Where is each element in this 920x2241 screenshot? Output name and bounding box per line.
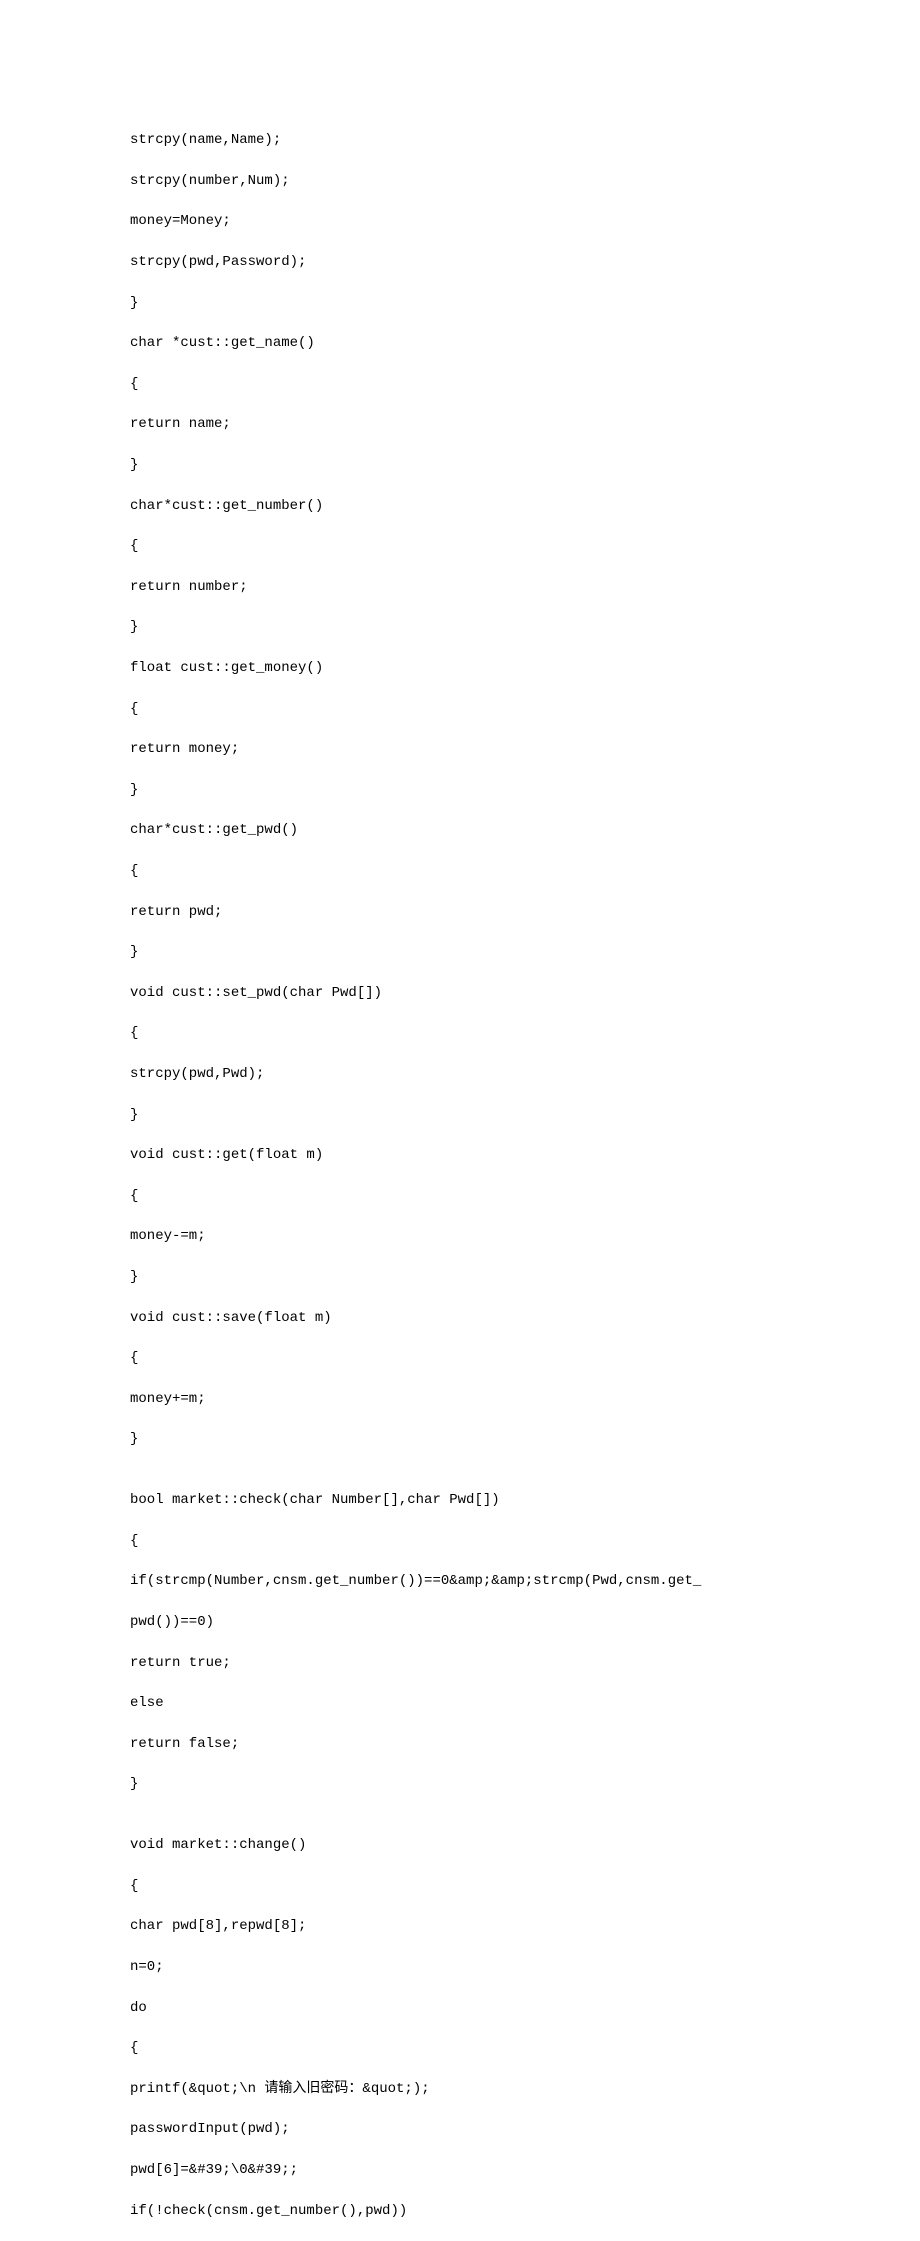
code-line: { (130, 1023, 790, 1043)
code-line: return pwd; (130, 902, 790, 922)
code-line: char *cust::get_name() (130, 333, 790, 353)
code-line: return money; (130, 739, 790, 759)
code-line: } (130, 942, 790, 962)
code-line: strcpy(name,Name); (130, 130, 790, 150)
code-line: if(!check(cnsm.get_number(),pwd)) (130, 2201, 790, 2221)
code-line: { (130, 536, 790, 556)
code-line: n=0; (130, 1957, 790, 1977)
code-line: if(strcmp(Number,cnsm.get_number())==0&a… (130, 1571, 790, 1591)
code-line: printf(&quot;\n 请输入旧密码：&quot;); (130, 2079, 790, 2099)
code-line: { (130, 1186, 790, 1206)
code-line: } (130, 1267, 790, 1287)
code-line: return name; (130, 414, 790, 434)
code-line: bool market::check(char Number[],char Pw… (130, 1490, 790, 1510)
code-line: return number; (130, 577, 790, 597)
code-line: { (130, 861, 790, 881)
document-page: strcpy(name,Name); strcpy(number,Num); m… (0, 0, 920, 1191)
code-line: void market::change() (130, 1835, 790, 1855)
code-line: strcpy(pwd,Pwd); (130, 1064, 790, 1084)
code-line: { (130, 374, 790, 394)
code-line: money=Money; (130, 211, 790, 231)
code-line: { (130, 2038, 790, 2058)
code-line: } (130, 1774, 790, 1794)
code-line: passwordInput(pwd); (130, 2119, 790, 2139)
code-line: { (130, 699, 790, 719)
code-line: } (130, 780, 790, 800)
code-line: { (130, 1348, 790, 1368)
code-line: void cust::set_pwd(char Pwd[]) (130, 983, 790, 1003)
code-line: money-=m; (130, 1226, 790, 1246)
code-line: char*cust::get_pwd() (130, 820, 790, 840)
code-line: } (130, 293, 790, 313)
code-line: { (130, 1531, 790, 1551)
code-line: return true; (130, 1653, 790, 1673)
code-line: void cust::save(float m) (130, 1308, 790, 1328)
code-line: { (130, 1876, 790, 1896)
code-line: float cust::get_money() (130, 658, 790, 678)
code-line: return false; (130, 1734, 790, 1754)
code-line: } (130, 455, 790, 475)
code-line: } (130, 1429, 790, 1449)
code-line: char pwd[8],repwd[8]; (130, 1916, 790, 1936)
code-line: char*cust::get_number() (130, 496, 790, 516)
code-line: } (130, 617, 790, 637)
code-line: } (130, 1105, 790, 1125)
code-line: void cust::get(float m) (130, 1145, 790, 1165)
code-line: strcpy(number,Num); (130, 171, 790, 191)
code-line: strcpy(pwd,Password); (130, 252, 790, 272)
code-line: else (130, 1693, 790, 1713)
code-line: money+=m; (130, 1389, 790, 1409)
code-line: pwd())==0) (130, 1612, 790, 1632)
code-line: pwd[6]=&#39;\0&#39;; (130, 2160, 790, 2180)
code-line: do (130, 1998, 790, 2018)
